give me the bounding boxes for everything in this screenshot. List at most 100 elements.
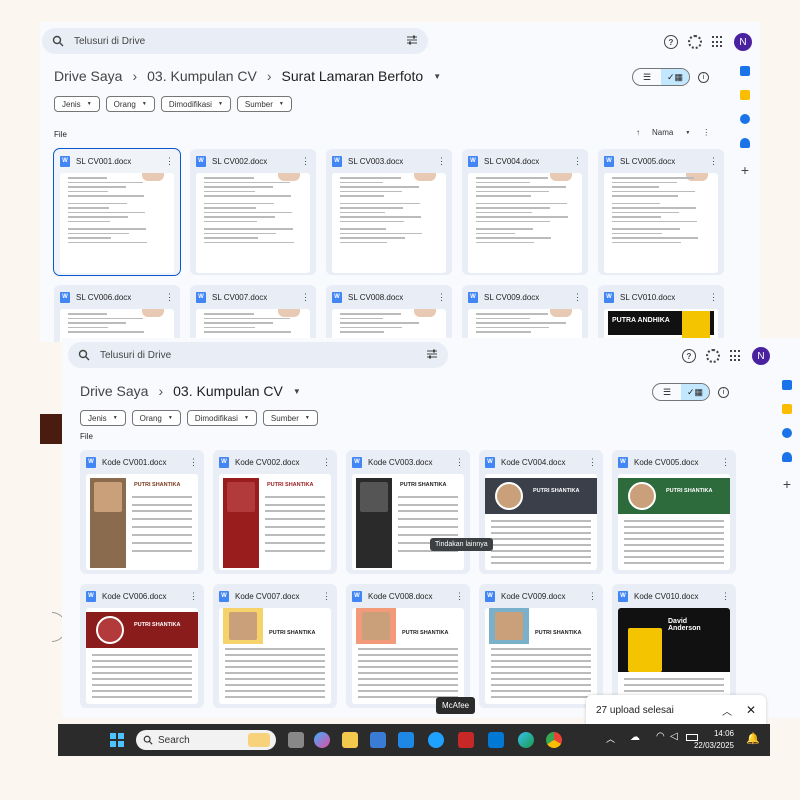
filter-modified[interactable]: Dimodifikasi ▼ — [160, 96, 231, 112]
file-card[interactable]: W Kode CV009.docx ⋮ PUTRI SHANTIKA — [479, 584, 603, 708]
avatar[interactable]: N — [734, 33, 752, 51]
file-card[interactable]: W Kode CV010.docx ⋮ David Anderson — [612, 584, 736, 708]
help-icon[interactable]: ? — [682, 349, 696, 363]
list-view-icon[interactable]: ☰ — [633, 69, 661, 85]
file-card[interactable]: W Kode CV003.docx ⋮ PUTRI SHANTIKA — [346, 450, 470, 574]
more-options-icon[interactable]: ⋮ — [721, 457, 730, 468]
help-icon[interactable]: ? — [664, 35, 678, 49]
file-card[interactable]: W Kode CV005.docx ⋮ PUTRI SHANTIKA — [612, 450, 736, 574]
filter-modified[interactable]: Dimodifikasi ▼ — [186, 410, 257, 426]
file-card[interactable]: W SL CV008.docx ⋮ — [326, 285, 452, 342]
more-options-icon[interactable]: ⋮ — [455, 591, 464, 602]
calendar-icon[interactable] — [740, 66, 750, 76]
file-card[interactable]: W Kode CV008.docx ⋮ PUTRI SHANTIKA — [346, 584, 470, 708]
wifi-icon[interactable]: ◠ — [656, 731, 665, 742]
file-card[interactable]: W Kode CV006.docx ⋮ PUTRI SHANTIKA — [80, 584, 204, 708]
more-options-icon[interactable]: ⋮ — [189, 591, 198, 602]
more-options-icon[interactable]: ⋮ — [322, 591, 331, 602]
taskbar-search[interactable]: Search — [136, 730, 276, 750]
add-addon-icon[interactable]: + — [783, 476, 791, 492]
more-options-icon[interactable]: ⋮ — [455, 457, 464, 468]
more-options-icon[interactable]: ⋮ — [588, 591, 597, 602]
more-options-icon[interactable]: ⋮ — [702, 128, 710, 137]
gear-icon[interactable] — [688, 35, 702, 49]
apps-grid-icon[interactable] — [712, 36, 724, 48]
more-options-icon[interactable]: ⋮ — [721, 591, 730, 602]
filter-source[interactable]: Sumber ▼ — [262, 410, 318, 426]
microsoft-store-icon[interactable] — [370, 732, 386, 748]
contacts-icon[interactable] — [782, 452, 792, 462]
add-addon-icon[interactable]: + — [741, 162, 749, 178]
windows-start-icon[interactable] — [110, 733, 124, 747]
grid-view-icon[interactable]: ✓▦ — [681, 384, 709, 400]
chevron-down-icon[interactable]: ▼ — [293, 387, 301, 396]
close-icon[interactable]: ✕ — [746, 703, 756, 717]
more-options-icon[interactable]: ⋮ — [588, 457, 597, 468]
more-options-icon[interactable]: ⋮ — [301, 156, 310, 167]
mcafee-icon[interactable] — [458, 732, 474, 748]
breadcrumb-my-drive[interactable]: Drive Saya — [80, 383, 148, 399]
file-card[interactable]: W SL CV006.docx ⋮ — [54, 285, 180, 342]
search-options-icon[interactable] — [426, 348, 438, 360]
outlook-icon[interactable] — [488, 732, 504, 748]
tasks-icon[interactable] — [782, 428, 792, 438]
keep-icon[interactable] — [740, 90, 750, 100]
file-card[interactable]: W Kode CV001.docx ⋮ PUTRI SHANTIKA — [80, 450, 204, 574]
phone-link-icon[interactable] — [428, 732, 444, 748]
chevron-up-icon[interactable]: ︿ — [722, 703, 732, 718]
keep-icon[interactable] — [782, 404, 792, 414]
grid-view-icon[interactable]: ✓▦ — [661, 69, 689, 85]
file-explorer-icon[interactable] — [342, 732, 358, 748]
more-options-icon[interactable]: ⋮ — [437, 292, 446, 303]
more-options-icon[interactable]: ⋮ — [165, 292, 174, 303]
apps-grid-icon[interactable] — [730, 350, 742, 362]
gear-icon[interactable] — [706, 349, 720, 363]
view-toggle[interactable]: ☰ ✓▦ — [632, 68, 690, 86]
avatar[interactable]: N — [752, 347, 770, 365]
breadcrumb-current[interactable]: Surat Lamaran Berfoto — [282, 68, 424, 84]
filter-people[interactable]: Orang ▼ — [105, 96, 155, 112]
onedrive-icon[interactable]: ☁ — [630, 732, 640, 743]
breadcrumb-current[interactable]: 03. Kumpulan CV — [173, 383, 283, 399]
task-view-icon[interactable] — [288, 732, 304, 748]
file-card[interactable]: W SL CV009.docx ⋮ — [462, 285, 588, 342]
tasks-icon[interactable] — [740, 114, 750, 124]
more-options-icon[interactable]: ⋮ — [573, 156, 582, 167]
more-options-icon[interactable]: ⋮ — [709, 292, 718, 303]
edge-icon[interactable] — [518, 732, 534, 748]
calendar-icon[interactable] — [782, 380, 792, 390]
chevron-down-icon[interactable]: ▼ — [685, 130, 690, 136]
file-card[interactable]: W SL CV005.docx ⋮ — [598, 149, 724, 275]
more-options-icon[interactable]: ⋮ — [709, 156, 718, 167]
chrome-icon[interactable] — [546, 732, 562, 748]
more-options-icon[interactable]: ⋮ — [437, 156, 446, 167]
chevron-up-icon[interactable]: ︿ — [606, 732, 615, 745]
filter-type[interactable]: Jenis ▼ — [54, 96, 100, 112]
app-icon[interactable] — [398, 732, 414, 748]
notification-bell-icon[interactable]: 🔔 — [746, 732, 760, 745]
filter-people[interactable]: Orang ▼ — [131, 410, 181, 426]
copilot-icon[interactable] — [314, 732, 330, 748]
search-bar[interactable]: Telusuri di Drive — [68, 342, 448, 368]
file-card[interactable]: W SL CV010.docx ⋮ PUTRA ANDHIKA — [598, 285, 724, 342]
volume-icon[interactable]: ◁ — [670, 731, 678, 742]
info-icon[interactable]: i — [718, 387, 729, 398]
file-card[interactable]: W Kode CV004.docx ⋮ PUTRI SHANTIKA — [479, 450, 603, 574]
chevron-down-icon[interactable]: ▼ — [433, 72, 441, 81]
contacts-icon[interactable] — [740, 138, 750, 148]
filter-type[interactable]: Jenis ▼ — [80, 410, 126, 426]
list-view-icon[interactable]: ☰ — [653, 384, 681, 400]
filter-source[interactable]: Sumber ▼ — [236, 96, 292, 112]
file-card[interactable]: W SL CV007.docx ⋮ — [190, 285, 316, 342]
search-options-icon[interactable] — [406, 34, 418, 46]
more-options-icon[interactable]: ⋮ — [165, 156, 174, 167]
taskbar-clock[interactable]: 14:06 22/03/2025 — [694, 728, 734, 752]
more-options-icon[interactable]: ⋮ — [189, 457, 198, 468]
breadcrumb-my-drive[interactable]: Drive Saya — [54, 68, 122, 84]
file-card[interactable]: W SL CV004.docx ⋮ — [462, 149, 588, 275]
info-icon[interactable]: i — [698, 72, 709, 83]
more-options-icon[interactable]: ⋮ — [573, 292, 582, 303]
sort-direction-icon[interactable]: ↑ — [636, 128, 640, 137]
view-toggle[interactable]: ☰ ✓▦ — [652, 383, 710, 401]
sort-label[interactable]: Nama — [652, 128, 673, 137]
